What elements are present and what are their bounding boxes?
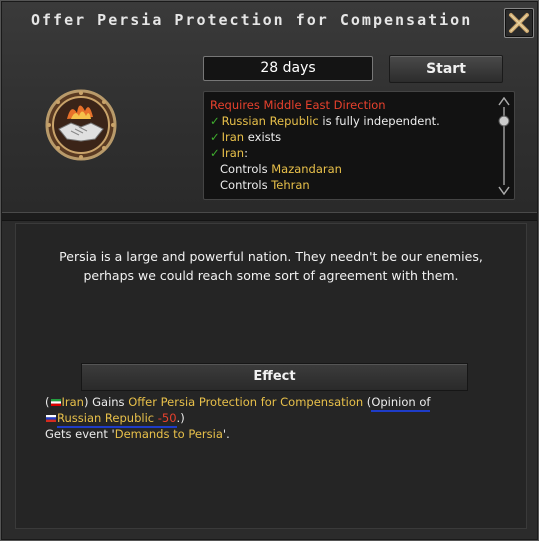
requirement-iran: ✓ Iran: — [210, 146, 248, 160]
checkmark-icon: ✓ — [210, 146, 220, 160]
section-divider — [2, 212, 537, 221]
decision-window: Offer Persia Protection for Compensation… — [0, 0, 539, 541]
requirement-exists: ✓ Iran exists — [210, 130, 282, 144]
start-button[interactable]: Start — [389, 55, 503, 83]
effect-description: (Iran) Gains Offer Persia Protection for… — [45, 395, 431, 441]
close-x-icon — [509, 13, 529, 33]
scroll-thumb — [498, 115, 510, 127]
window-title: Offer Persia Protection for Compensation — [31, 11, 473, 29]
checkmark-icon: ✓ — [210, 114, 220, 128]
requirement-controls-tehran: Controls Tehran — [220, 178, 310, 192]
russia-flag-icon — [46, 415, 56, 422]
scroll-down-icon — [498, 186, 510, 195]
scroll-up-icon — [498, 97, 510, 106]
close-button[interactable] — [504, 8, 534, 38]
requirement-header: Requires Middle East Direction — [210, 98, 386, 112]
requirements-panel[interactable]: Requires Middle East Direction ✓ Russian … — [203, 91, 515, 200]
decision-description: Persia is a large and powerful nation. T… — [59, 249, 483, 283]
requirement-independent: ✓ Russian Republic is fully independent. — [210, 114, 440, 128]
effect-header: Effect — [81, 363, 468, 391]
requirements-scrollbar[interactable] — [497, 97, 511, 195]
iran-flag-icon — [50, 399, 61, 406]
requirement-controls-mazandaran: Controls Mazandaran — [220, 162, 342, 176]
days-counter: 28 days — [203, 56, 373, 81]
checkmark-icon: ✓ — [210, 130, 220, 144]
handshake-flame-icon — [45, 89, 117, 161]
